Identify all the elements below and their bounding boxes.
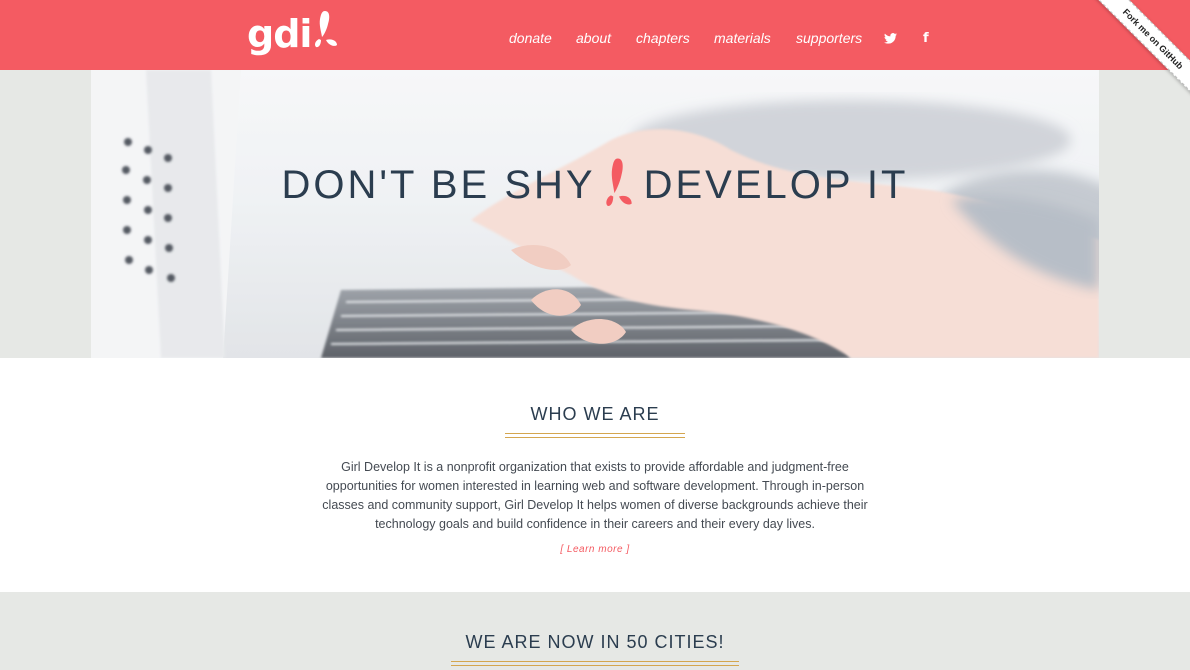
cities-heading-divider <box>451 661 739 666</box>
who-we-are-description: Girl Develop It is a nonprofit organizat… <box>322 460 868 531</box>
facebook-icon[interactable]: f <box>923 31 929 46</box>
cities-section: WE ARE NOW IN 50 CITIES! <box>0 592 1190 670</box>
who-we-are-section: WHO WE ARE Girl Develop It is a nonprofi… <box>0 358 1190 592</box>
nav-supporters[interactable]: supporters <box>796 30 862 46</box>
hero-title-left: DON'T BE SHY <box>281 162 596 207</box>
hero-banner: DON'T BE SHY DEVELOP IT <box>91 70 1099 358</box>
main-nav: donate about chapters materials supporte… <box>0 30 1190 50</box>
nav-chapters[interactable]: chapters <box>636 30 690 46</box>
who-we-are-heading: WHO WE ARE <box>530 404 660 424</box>
splash-icon <box>605 158 632 206</box>
nav-donate[interactable]: donate <box>509 30 552 46</box>
hero-title-right: DEVELOP IT <box>643 162 909 207</box>
site-header: gdi donate about chapters materials supp… <box>0 0 1190 100</box>
heading-divider <box>505 433 685 438</box>
hero-laptop-photo <box>91 70 1099 358</box>
nav-about[interactable]: about <box>576 30 611 46</box>
nav-materials[interactable]: materials <box>714 30 771 46</box>
cities-heading: WE ARE NOW IN 50 CITIES! <box>465 632 725 652</box>
github-ribbon-container: Fork me on GitHub <box>1090 0 1190 100</box>
twitter-icon[interactable] <box>884 31 897 44</box>
learn-more-link[interactable]: [ Learn more ] <box>0 544 1190 555</box>
fork-on-github-ribbon[interactable]: Fork me on GitHub <box>1092 0 1190 100</box>
hero-title: DON'T BE SHY DEVELOP IT <box>91 156 1099 214</box>
